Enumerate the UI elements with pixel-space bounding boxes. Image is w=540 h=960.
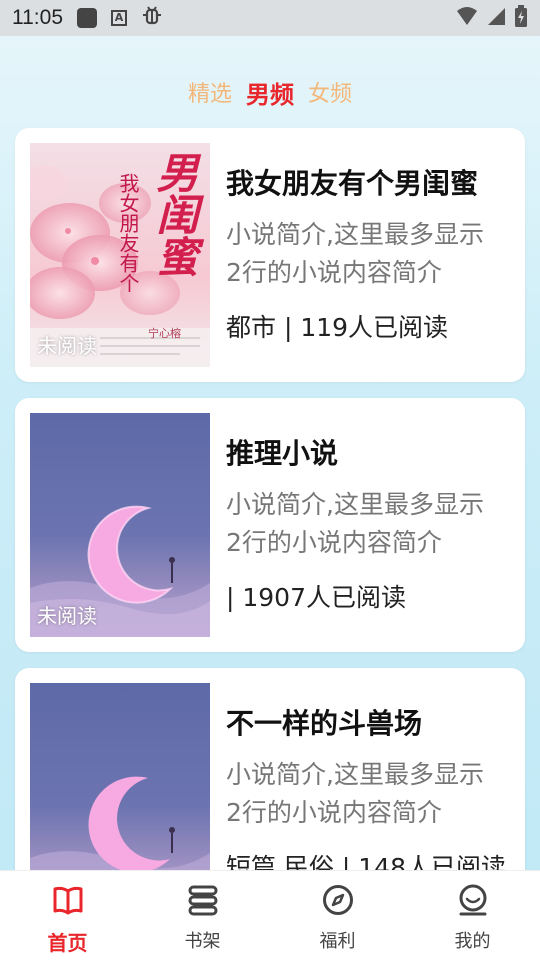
category-tabs: 精选 男频 女频 bbox=[0, 72, 540, 112]
nav-welfare[interactable]: 福利 bbox=[270, 871, 405, 960]
debug-bug-icon bbox=[141, 5, 163, 32]
tab-male[interactable]: 男频 bbox=[246, 75, 294, 110]
notification-icon bbox=[77, 8, 97, 28]
bottom-nav: 首页 书架 福利 我的 bbox=[0, 870, 540, 960]
book-description: 小说简介,这里最多显示2行的小说内容简介 bbox=[226, 760, 484, 827]
compass-icon bbox=[322, 885, 353, 915]
book-description: 小说简介,这里最多显示2行的小说内容简介 bbox=[226, 220, 484, 287]
book-title[interactable]: 不一样的斗兽场 bbox=[226, 702, 422, 742]
book-description: 小说简介,这里最多显示2行的小说内容简介 bbox=[226, 490, 484, 557]
book-meta: 都市 | 119人已阅读 bbox=[226, 313, 449, 342]
smiley-user-icon bbox=[459, 884, 486, 916]
book-cover[interactable]: 男闺蜜 我女朋友有个 宁心榕 未阅读 bbox=[30, 143, 210, 367]
book-card[interactable]: 男闺蜜 我女朋友有个 宁心榕 未阅读 我女朋友有个男闺蜜 小说简介,这里最多显示… bbox=[15, 128, 525, 382]
nav-mine[interactable]: 我的 bbox=[405, 871, 540, 960]
signal-icon bbox=[486, 6, 506, 31]
status-time: 11:05 bbox=[12, 6, 63, 29]
unread-badge: 未阅读 bbox=[37, 334, 97, 358]
app-a-icon: A bbox=[111, 10, 127, 26]
nav-label: 福利 bbox=[319, 931, 356, 952]
cover-author: 宁心榕 bbox=[148, 327, 181, 340]
tab-female[interactable]: 女频 bbox=[308, 76, 352, 108]
nav-bookshelf[interactable]: 书架 bbox=[135, 871, 270, 960]
book-meta: | 1907人已阅读 bbox=[226, 583, 406, 612]
tab-featured[interactable]: 精选 bbox=[188, 76, 232, 108]
wifi-icon bbox=[456, 6, 478, 31]
nav-label: 首页 bbox=[47, 931, 88, 955]
status-bar: 11:05 A bbox=[0, 0, 540, 36]
nav-label: 我的 bbox=[454, 931, 491, 952]
book-card[interactable]: 未阅读 推理小说 小说简介,这里最多显示2行的小说内容简介 | 1907人已阅读 bbox=[15, 398, 525, 652]
battery-icon bbox=[514, 4, 528, 32]
cover-subtitle: 我女朋友有个 bbox=[116, 173, 140, 293]
unread-badge: 未阅读 bbox=[37, 604, 97, 628]
nav-label: 书架 bbox=[184, 931, 221, 952]
book-title[interactable]: 推理小说 bbox=[226, 432, 338, 472]
book-title[interactable]: 我女朋友有个男闺蜜 bbox=[226, 162, 478, 202]
book-cover[interactable]: 未阅读 bbox=[30, 413, 210, 637]
book-open-icon bbox=[53, 886, 82, 915]
nav-home[interactable]: 首页 bbox=[0, 871, 135, 960]
bookshelf-icon bbox=[188, 885, 217, 916]
cover-title: 男闺蜜 bbox=[150, 151, 199, 277]
